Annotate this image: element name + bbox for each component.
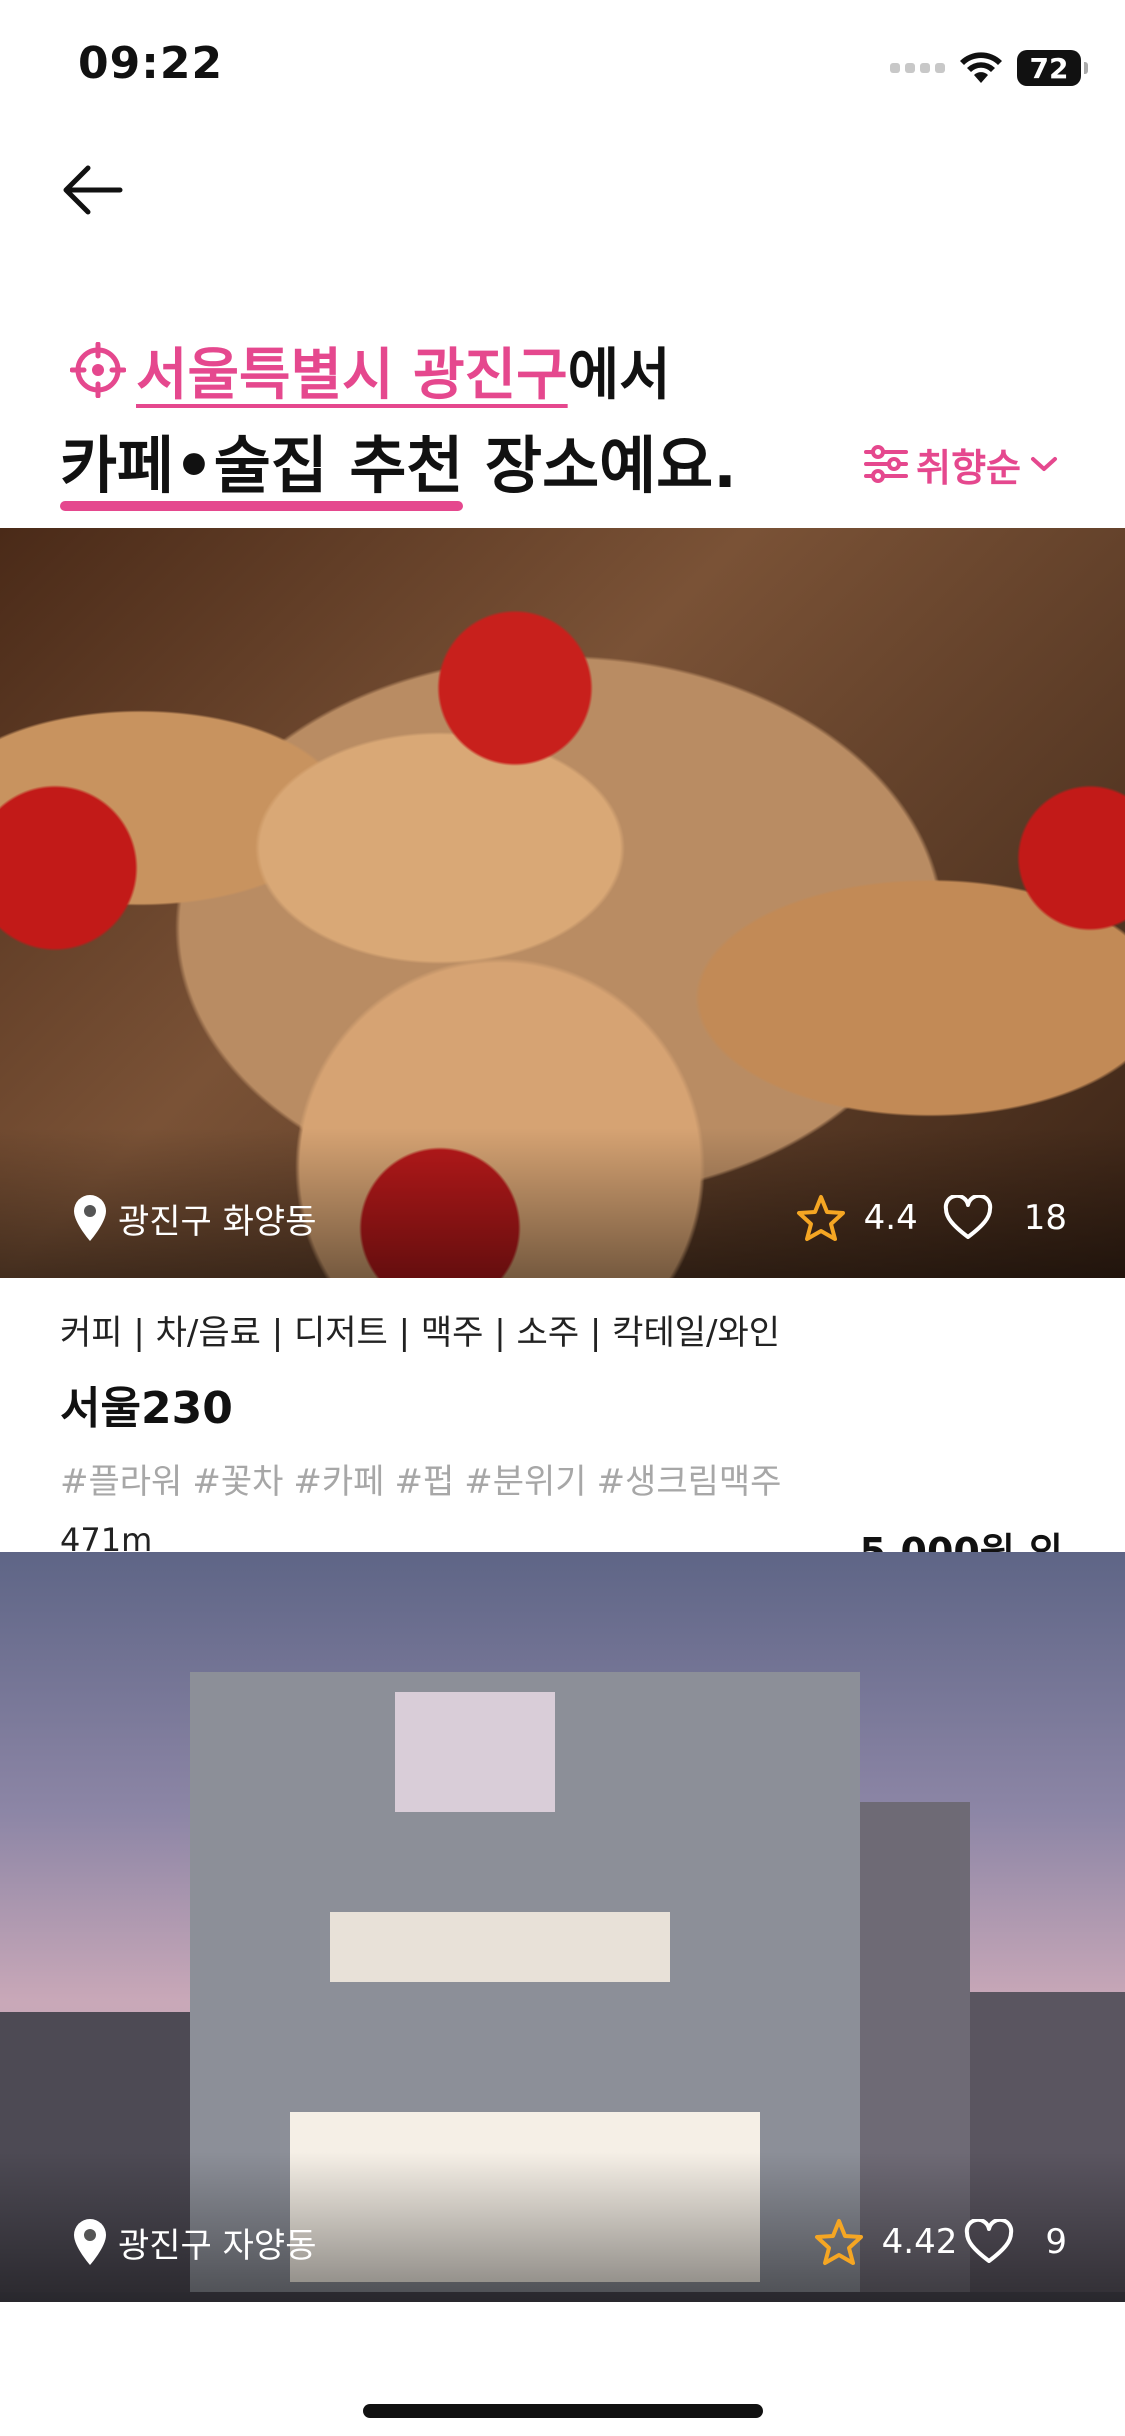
place-location: 광진구 자양동 [70,2212,317,2272]
battery-level: 72 [1029,51,1069,85]
heading-location-line: 서울특별시 광진구 에서 [70,330,671,410]
map-pin-icon [74,2219,106,2265]
place-image[interactable]: 광진구 자양동 4.42 9 [0,1552,1125,2302]
place-image[interactable]: 광진구 화양동 4.4 18 [0,528,1125,1278]
battery-icon: 72 [1017,50,1088,86]
map-pin-icon [74,1195,106,1241]
sliders-icon [864,445,909,483]
place-area: 광진구 자양동 [118,2225,317,2266]
tag: #카페 [293,1462,385,1502]
tag: #꽃차 [192,1462,284,1502]
place-categories: 커피 | 차/음료 | 디저트 | 맥주 | 소주 | 칵테일/와인 [60,1313,781,1353]
star-icon [814,2219,863,2265]
chevron-down-icon [1031,457,1057,471]
sort-label: 취향순 [916,445,1021,490]
like-button[interactable] [963,2219,1015,2265]
like-count: 18 [1023,1198,1067,1238]
tag: #분위기 [464,1462,587,1502]
like-button[interactable] [942,1195,994,1241]
wifi-icon [960,52,1002,83]
heart-icon [965,2219,1014,2263]
cellular-signal-icon [890,63,945,73]
location-link[interactable]: 서울특별시 광진구 [136,330,568,411]
crosshair-icon [70,342,126,398]
place-rating: 4.4 [863,1198,918,1238]
back-button[interactable] [58,160,138,230]
place-tags: #플라워 #꽃차 #카페 #펍 #분위기 #생크림맥주 [60,1454,1063,1503]
status-time: 09:22 [78,38,224,89]
place-stats: 4.4 18 [796,1188,1067,1248]
place-area: 광진구 화양동 [118,1201,317,1242]
heart-icon [943,1195,992,1239]
place-rating: 4.42 [881,2222,958,2262]
location-suffix: 에서 [567,342,671,408]
place-stats: 4.42 9 [814,2212,1067,2272]
page-title: 카페•술집 추천 장소예요. [60,415,737,511]
sort-dropdown[interactable]: 취향순 [864,434,1059,494]
place-location: 광진구 화양동 [70,1188,317,1248]
tag: #생크림맥주 [596,1462,782,1502]
place-info[interactable]: 커피 | 차/음료 | 디저트 | 맥주 | 소주 | 칵테일/와인 서울230… [60,1305,1063,1576]
category-label[interactable]: 카페•술집 추천 [60,415,464,511]
title-suffix: 장소예요. [463,429,737,502]
arrow-left-icon [63,165,123,215]
status-icons: 72 [890,48,1088,88]
tag: #플라워 [60,1462,183,1502]
like-count: 9 [1045,2222,1067,2262]
star-icon [796,1195,845,1241]
home-indicator[interactable] [363,2404,763,2418]
tag: #펍 [394,1462,455,1502]
place-name: 서울230 [60,1383,233,1434]
